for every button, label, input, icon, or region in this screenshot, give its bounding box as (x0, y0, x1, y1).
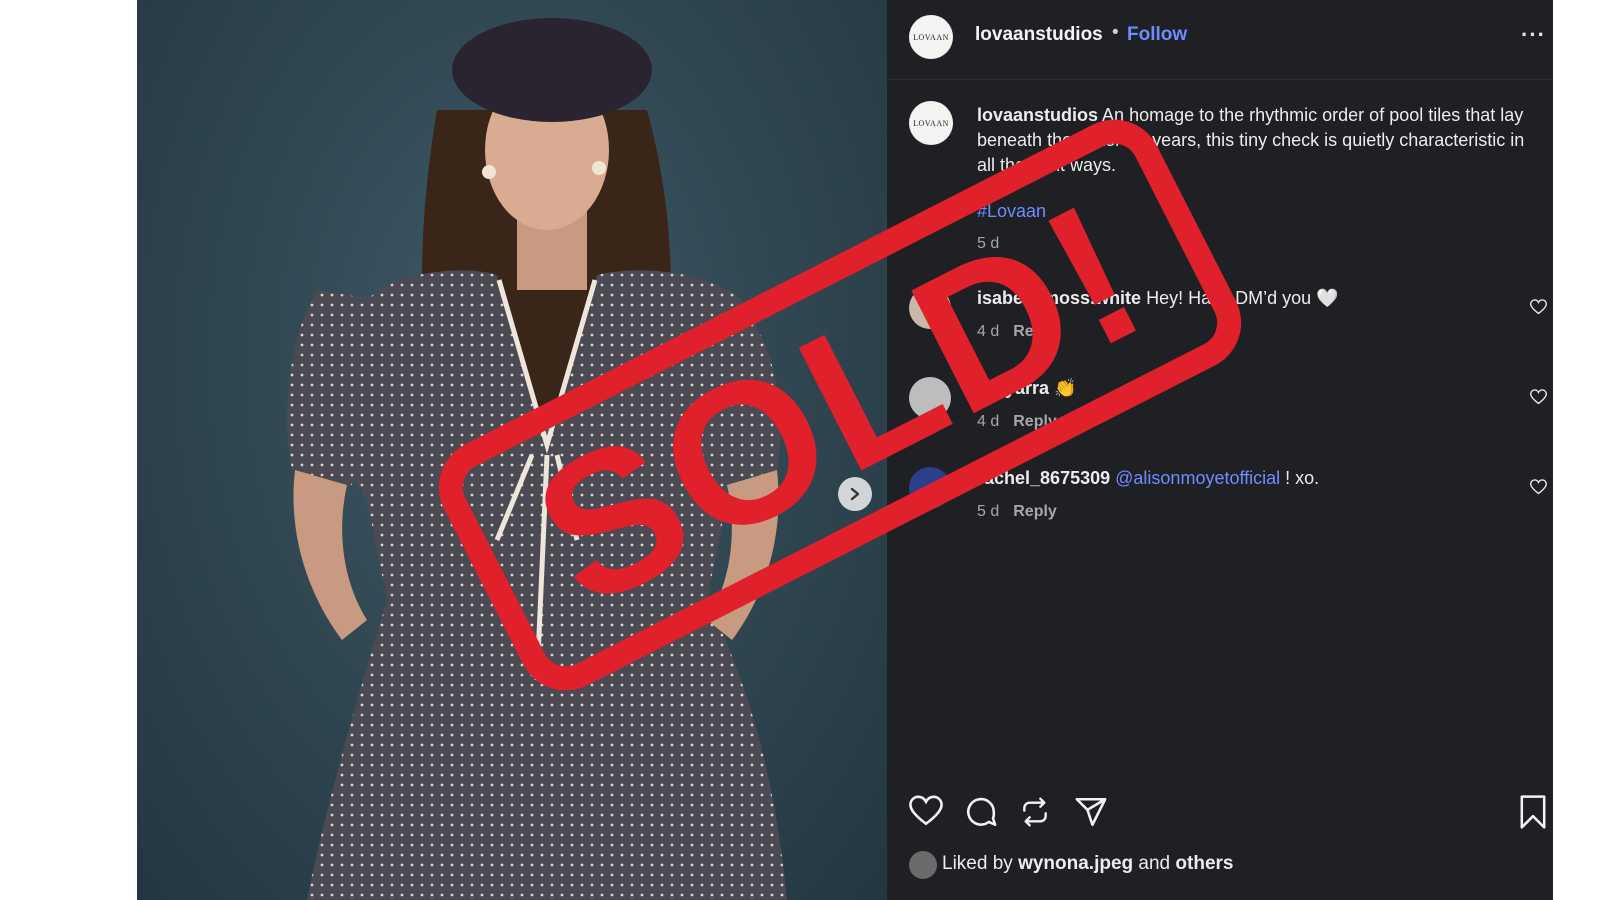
comment-mention[interactable]: @alisonmoyetofficial (1115, 468, 1280, 488)
likes-others-link[interactable]: others (1175, 853, 1233, 874)
likes-summary: Liked by wynona.jpeg and others (942, 853, 1233, 875)
likes-conjunction: and (1138, 853, 1171, 874)
liker-avatar[interactable] (909, 851, 937, 879)
repost-icon[interactable] (1019, 795, 1051, 829)
comment-age: 5 d (977, 503, 1000, 520)
heart-icon[interactable] (909, 795, 943, 827)
liker-username[interactable]: wynona.jpeg (1018, 853, 1133, 874)
comment-like-icon[interactable] (1530, 479, 1547, 495)
likes-prefix: Liked by (942, 853, 1013, 874)
comment-like-icon[interactable] (1530, 389, 1547, 405)
follow-button[interactable]: Follow (1127, 24, 1187, 46)
header-divider (887, 79, 1553, 80)
avatar-logo-text: LOVAAN (913, 32, 949, 42)
header-separator: • (1112, 22, 1119, 43)
comment-item: rachel_8675309 @alisonmoyetofficial ! xo… (977, 468, 1319, 489)
share-icon[interactable] (1074, 795, 1108, 829)
reply-button[interactable]: Reply (1013, 503, 1057, 520)
page-margin (1553, 0, 1600, 900)
caption-username[interactable]: lovaanstudios (977, 105, 1098, 125)
avatar-logo-text: LOVAAN (913, 118, 949, 128)
comment-like-icon[interactable] (1530, 299, 1547, 315)
comment-icon[interactable] (964, 795, 998, 829)
caption-avatar[interactable]: LOVAAN (909, 101, 953, 145)
comment-body: ! xo. (1285, 468, 1320, 488)
bookmark-icon[interactable] (1519, 795, 1547, 829)
header-username[interactable]: lovaanstudios (975, 24, 1103, 46)
profile-avatar[interactable]: LOVAAN (909, 15, 953, 59)
comment-meta: 5 d Reply (977, 503, 1057, 521)
more-options-icon[interactable]: ··· (1521, 22, 1546, 48)
